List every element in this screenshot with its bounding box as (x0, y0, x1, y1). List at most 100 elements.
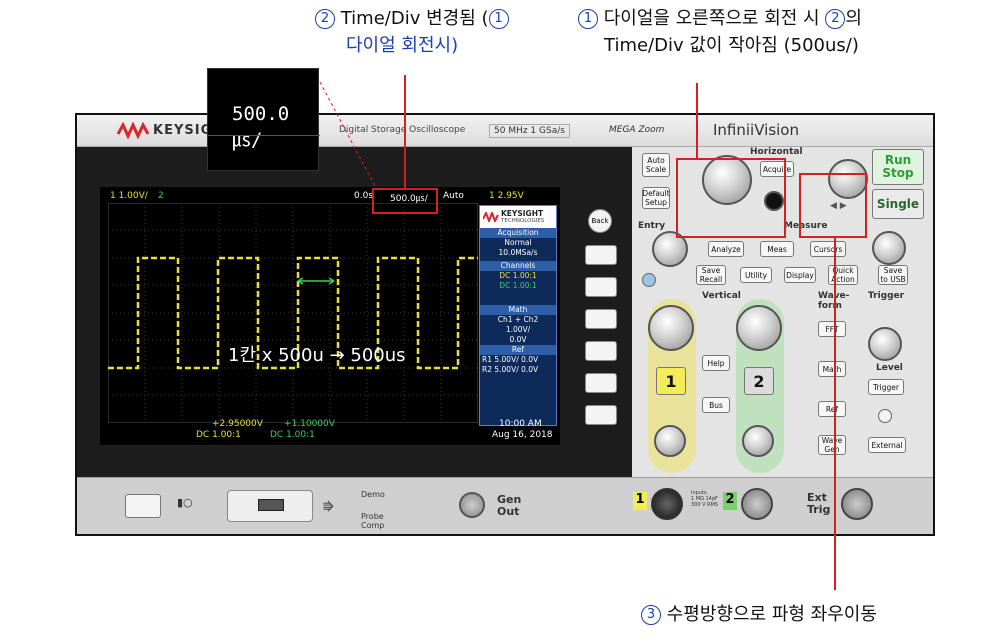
math-scale: 1.00V/ (505, 325, 531, 334)
ch1-input-connector[interactable] (651, 488, 683, 520)
series-label: InfiniiVision (713, 121, 799, 139)
save-to-usb-button[interactable]: Save to USB (878, 265, 908, 285)
usb-slot (258, 499, 284, 511)
fft-button[interactable]: FFT (818, 321, 846, 337)
bus-button[interactable]: Bus (702, 397, 730, 413)
connector-strip: ▮○ ⭆ Demo Probe Comp Gen Out 1 Inputs 1 … (77, 477, 933, 534)
softkey-2[interactable] (585, 277, 617, 297)
utility-button[interactable]: Utility (740, 267, 772, 283)
math-header: Math (480, 305, 556, 315)
ch1-position-knob[interactable] (654, 425, 686, 457)
usb-icon: ⭆ (323, 500, 334, 514)
annotation-1-suffix: 의 (845, 8, 862, 29)
ch2-button[interactable]: 2 (744, 367, 774, 395)
ch2-position-knob[interactable] (742, 425, 774, 457)
ext-trig-connector[interactable] (841, 488, 873, 520)
usb-port[interactable] (227, 490, 313, 522)
softkey-6[interactable] (585, 405, 617, 425)
annotation-3-text: 수평방향으로 파형 좌우이동 (666, 604, 877, 625)
softkey-4[interactable] (585, 341, 617, 361)
megazoom-label: MEGA Zoom (609, 125, 665, 135)
meas-button[interactable]: Meas (760, 241, 794, 257)
ch1-readout-coupling: DC 1.00:1 (196, 430, 241, 440)
softkey-5[interactable] (585, 373, 617, 393)
math-offset: 0.0V (509, 335, 527, 344)
save-recall-button[interactable]: Save Recall (696, 265, 726, 285)
timebase-highlight-box (372, 188, 438, 214)
help-button[interactable]: Help (702, 355, 730, 371)
keysight-logo-icon (117, 122, 149, 140)
cursors-knob[interactable] (872, 231, 906, 265)
cursors-button[interactable]: Cursors (810, 241, 846, 257)
softkey-1[interactable] (585, 245, 617, 265)
clock-time: 10:00 AM (499, 419, 542, 429)
ch2-scale-knob[interactable] (736, 305, 782, 351)
single-button[interactable]: Single (872, 189, 924, 219)
keysight-small-logo-icon (483, 212, 499, 222)
default-setup-button[interactable]: Default Setup (642, 187, 670, 209)
run-stop-button[interactable]: Run Stop (872, 149, 924, 185)
model-description: Digital Storage Oscilloscope (339, 125, 466, 135)
screen-bezel: 1 1.00V/ 2 0.0s 500.0㎲/ Auto 1 2.95V 1칸 … (77, 147, 632, 477)
ch2-input-connector[interactable] (741, 488, 773, 520)
annotation-3: 3 수평방향으로 파형 좌우이동 (641, 602, 877, 628)
softkey-3[interactable] (585, 309, 617, 329)
back-button[interactable]: Back (588, 209, 612, 233)
ch2-label: 2 (158, 191, 164, 201)
annotation-1-number: 1 (578, 9, 598, 29)
external-button[interactable]: External (868, 437, 906, 453)
math-button[interactable]: Math (818, 361, 846, 377)
force-button[interactable] (878, 409, 892, 423)
ch1-input-label: 1 (633, 492, 647, 510)
math-expression: Ch1 + Ch2 (497, 315, 539, 324)
ref1-row: R1 5.00V/ 0.0V (482, 355, 539, 364)
gen-out-connector[interactable] (459, 492, 485, 518)
measurement-annotation: 1칸 x 500u → 500us (228, 345, 406, 366)
power-symbol-icon: ▮○ (177, 496, 193, 509)
trigger-mode: Auto (443, 191, 464, 201)
sidepanel-logo-text: KEYSIGHT (501, 209, 544, 218)
timebase-inset-value: 500.0㎲/ (232, 103, 290, 151)
channel1-row: DC 1.00:1 (499, 271, 537, 280)
annotation-1-line1: 다이얼을 오른쪽으로 회전 시 (603, 8, 820, 29)
trigger-button[interactable]: Trigger (868, 379, 904, 395)
vertical-label: Vertical (702, 291, 741, 301)
intensity-icon[interactable] (642, 273, 656, 287)
acquisition-header: Acquisition (480, 228, 556, 238)
channel2-row: DC 1.00:1 (499, 281, 537, 290)
quick-action-button[interactable]: Quick Action (828, 265, 858, 285)
display-button[interactable]: Display (784, 267, 816, 283)
power-button[interactable] (125, 494, 161, 518)
sidepanel-logo-sub: TECHNOLOGIES (501, 218, 545, 224)
ch2-readout-coupling: DC 1.00:1 (270, 430, 315, 440)
trigger-info: 1 2.95V (489, 191, 524, 201)
wave-gen-button[interactable]: Wave Gen (818, 435, 846, 455)
horizontal-position-highlight-box (799, 173, 867, 238)
annotation-3-number: 3 (641, 605, 661, 625)
ref-button[interactable]: Ref (818, 401, 846, 417)
timebase-inset-underline (208, 135, 320, 136)
annotation-1-ref-2: 2 (825, 9, 846, 29)
gen-out-label: Gen Out (497, 493, 522, 518)
trigger-label: Trigger (868, 291, 905, 301)
oscilloscope-screen: 1 1.00V/ 2 0.0s 500.0㎲/ Auto 1 2.95V 1칸 … (100, 187, 560, 445)
trigger-level-knob[interactable] (868, 327, 902, 361)
probe-comp-label: Probe Comp (361, 512, 385, 530)
waveform-label: Wave- form (818, 291, 850, 311)
demo-label: Demo (361, 490, 385, 499)
auto-scale-button[interactable]: Auto Scale (642, 153, 670, 177)
acquisition-rate: 10.0MSa/s (498, 248, 538, 257)
graticule (108, 203, 478, 423)
back-label: Back (591, 217, 609, 225)
annotation-2-ref-1: 1 (488, 9, 509, 29)
annotation-2-line1: Time/Div 변경됨 ( (340, 8, 489, 29)
analyze-button[interactable]: Analyze (708, 241, 744, 257)
spec-label: 50 MHz 1 GSa/s (489, 124, 570, 138)
inputs-label: Inputs 1 MΩ 14pF 300 V RMS (691, 490, 719, 508)
ch1-button[interactable]: 1 (656, 367, 686, 395)
ch2-readout-volt: +1.10000V (284, 419, 335, 429)
sidepanel-logo: KEYSIGHT TECHNOLOGIES (480, 206, 556, 228)
timebase-inset: 500.0㎲/ (207, 68, 320, 171)
clock-date: Aug 16, 2018 (492, 430, 553, 440)
ch1-scale-knob[interactable] (648, 305, 694, 351)
